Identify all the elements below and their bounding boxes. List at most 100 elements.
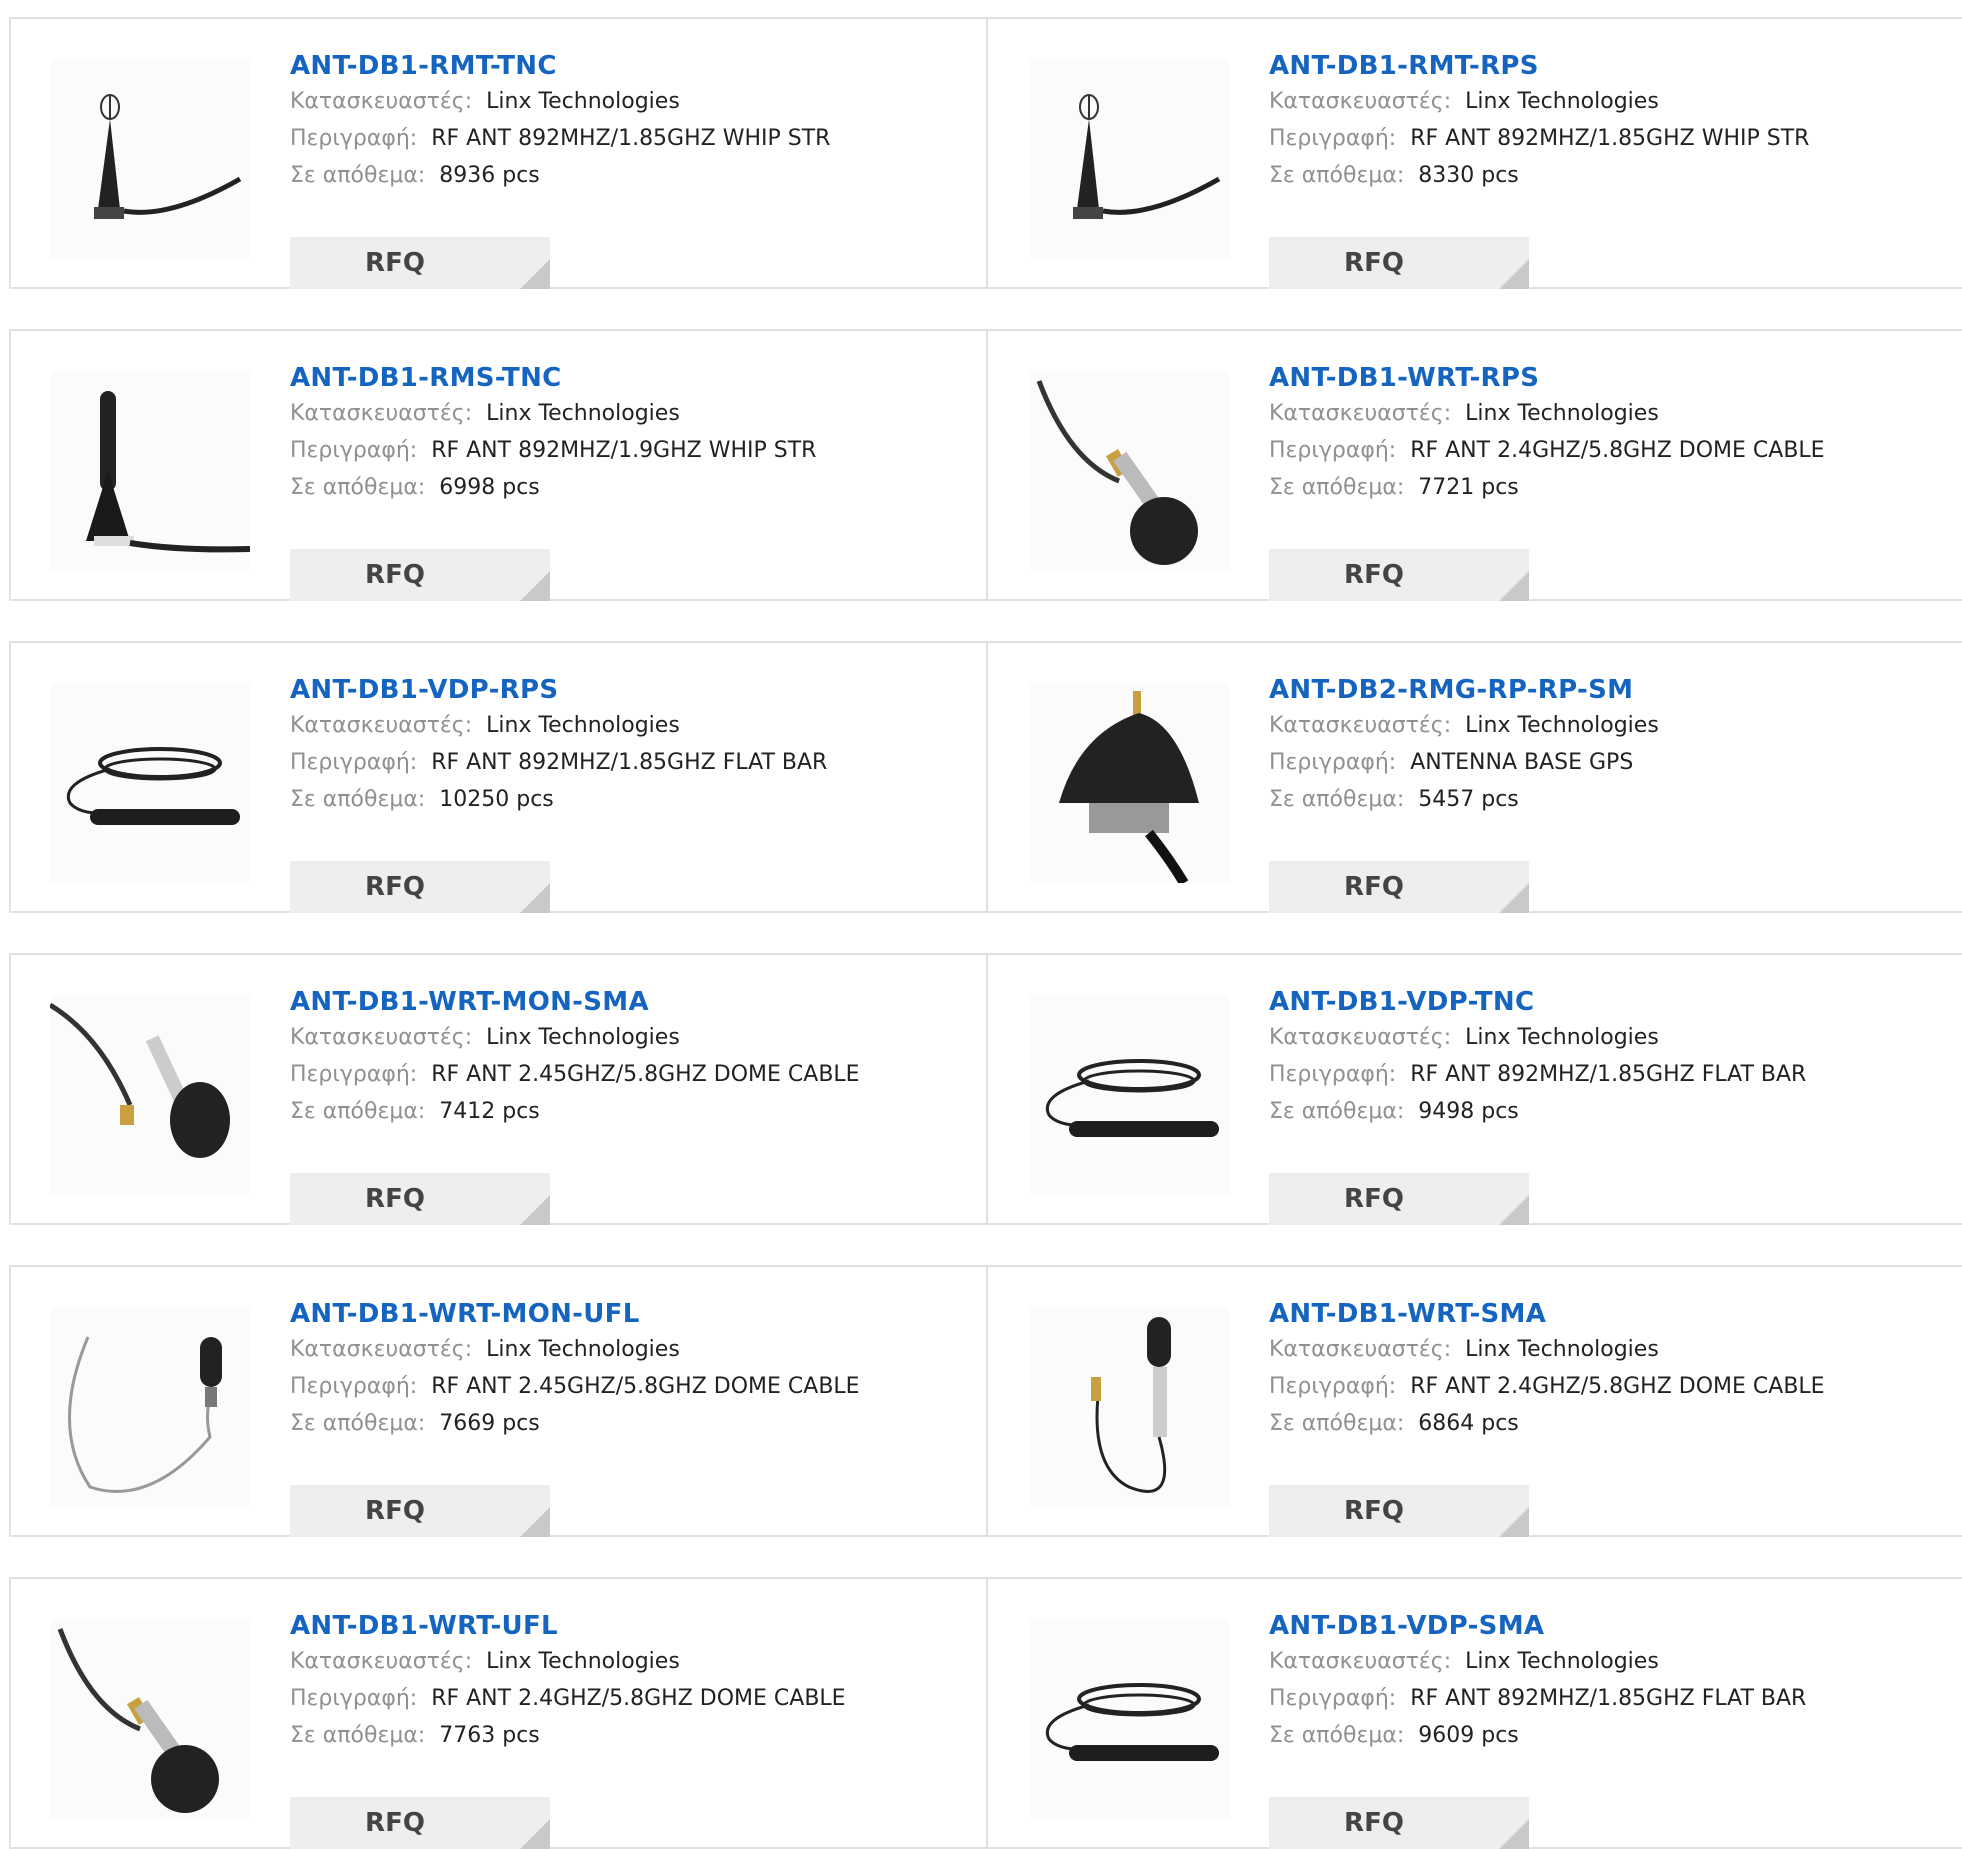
product-info: ANT-DB1-VDP-SMA Κατασκευαστές: Linx Techn… [1269, 1609, 1806, 1849]
corner-triangle-icon [1499, 1507, 1529, 1537]
description-row: Περιγραφή: RF ANT 892MHZ/1.9GHZ WHIP STR [290, 432, 816, 469]
product-card: ANT-DB2-RMG-RP-RP-SM Κατασκευαστές: Linx … [988, 643, 1962, 913]
rfq-button[interactable]: RFQ [1269, 861, 1529, 913]
rfq-button-label: RFQ [1344, 872, 1404, 902]
stock-label: Σε απόθεμα: [290, 1723, 426, 1748]
stock-label: Σε απόθεμα: [290, 475, 426, 500]
rfq-button[interactable]: RFQ [290, 237, 550, 289]
product-part-number-link[interactable]: ANT-DB2-RMG-RP-RP-SM [1269, 673, 1659, 707]
product-image[interactable] [50, 1619, 250, 1819]
product-image[interactable] [50, 995, 250, 1195]
product-part-number-link[interactable]: ANT-DB1-VDP-SMA [1269, 1609, 1806, 1643]
product-part-number-link[interactable]: ANT-DB1-RMS-TNC [290, 361, 816, 395]
rfq-button-label: RFQ [365, 248, 425, 278]
product-image[interactable] [50, 371, 250, 571]
product-info: ANT-DB1-WRT-RPS Κατασκευαστές: Linx Techn… [1269, 361, 1825, 601]
description-row: Περιγραφή: RF ANT 892MHZ/1.85GHZ WHIP STR [290, 120, 830, 157]
product-image[interactable] [1029, 371, 1229, 571]
corner-triangle-icon [1499, 571, 1529, 601]
manufacturer-value: Linx Technologies [486, 1025, 680, 1050]
product-part-number-link[interactable]: ANT-DB1-WRT-MON-SMA [290, 985, 860, 1019]
manufacturer-label: Κατασκευαστές: [290, 89, 473, 114]
flat-bar-antenna-icon [1046, 1059, 1219, 1137]
rfq-button[interactable]: RFQ [290, 1173, 550, 1225]
manufacturer-label: Κατασκευαστές: [290, 713, 473, 738]
rfq-button[interactable]: RFQ [290, 1485, 550, 1537]
rfq-button[interactable]: RFQ [290, 549, 550, 601]
corner-triangle-icon [520, 1507, 550, 1537]
product-part-number-link[interactable]: ANT-DB1-WRT-SMA [1269, 1297, 1825, 1331]
rfq-button[interactable]: RFQ [290, 861, 550, 913]
description-value: RF ANT 2.4GHZ/5.8GHZ DOME CABLE [1410, 438, 1825, 463]
rfq-button-label: RFQ [1344, 248, 1404, 278]
rfq-button[interactable]: RFQ [1269, 1173, 1529, 1225]
corner-triangle-icon [1499, 883, 1529, 913]
product-image[interactable] [1029, 683, 1229, 883]
product-image[interactable] [50, 59, 250, 259]
rfq-button[interactable]: RFQ [290, 1797, 550, 1849]
rfq-button[interactable]: RFQ [1269, 1797, 1529, 1849]
manufacturer-value: Linx Technologies [486, 89, 680, 114]
product-part-number-link[interactable]: ANT-DB1-WRT-MON-UFL [290, 1297, 860, 1331]
corner-triangle-icon [520, 1819, 550, 1849]
stock-value: 5457 pcs [1418, 787, 1519, 812]
description-row: Περιγραφή: RF ANT 2.4GHZ/5.8GHZ DOME CABL… [290, 1680, 846, 1717]
description-value: RF ANT 892MHZ/1.9GHZ WHIP STR [431, 438, 817, 463]
corner-triangle-icon [1499, 259, 1529, 289]
manufacturer-row: Κατασκευαστές: Linx Technologies [290, 395, 816, 432]
product-image[interactable] [50, 1307, 250, 1507]
stock-value: 7669 pcs [439, 1411, 540, 1436]
product-image[interactable] [1029, 1619, 1229, 1819]
rfq-button[interactable]: RFQ [1269, 1485, 1529, 1537]
description-label: Περιγραφή: [290, 126, 418, 151]
dome-cable-antenna-icon [50, 1002, 230, 1158]
product-row: ANT-DB1-RMS-TNC Κατασκευαστές: Linx Techn… [9, 329, 1962, 601]
manufacturer-label: Κατασκευαστές: [290, 1337, 473, 1362]
product-image[interactable] [1029, 995, 1229, 1195]
manufacturer-row: Κατασκευαστές: Linx Technologies [290, 83, 830, 120]
rfq-button-label: RFQ [365, 1184, 425, 1214]
manufacturer-label: Κατασκευαστές: [1269, 1649, 1452, 1674]
product-part-number-link[interactable]: ANT-DB1-VDP-TNC [1269, 985, 1806, 1019]
product-card: ANT-DB1-VDP-RPS Κατασκευαστές: Linx Techn… [9, 643, 986, 913]
product-info: ANT-DB1-RMT-TNC Κατασκευαστές: Linx Techn… [290, 49, 830, 289]
manufacturer-label: Κατασκευαστές: [290, 401, 473, 426]
product-part-number-link[interactable]: ANT-DB1-RMT-RPS [1269, 49, 1809, 83]
rfq-button[interactable]: RFQ [1269, 549, 1529, 601]
corner-triangle-icon [1499, 1195, 1529, 1225]
stock-label: Σε απόθεμα: [1269, 787, 1405, 812]
product-image[interactable] [1029, 1307, 1229, 1507]
stock-row: Σε απόθεμα: 7721 pcs [1269, 469, 1825, 506]
product-part-number-link[interactable]: ANT-DB1-WRT-UFL [290, 1609, 846, 1643]
description-value: RF ANT 892MHZ/1.85GHZ WHIP STR [431, 126, 831, 151]
description-label: Περιγραφή: [1269, 126, 1397, 151]
description-row: Περιγραφή: RF ANT 892MHZ/1.85GHZ FLAT BAR [290, 744, 827, 781]
description-row: Περιγραφή: RF ANT 892MHZ/1.85GHZ WHIP STR [1269, 120, 1809, 157]
product-row: ANT-DB1-WRT-MON-UFL Κατασκευαστές: Linx T… [9, 1265, 1962, 1537]
product-part-number-link[interactable]: ANT-DB1-RMT-TNC [290, 49, 830, 83]
corner-triangle-icon [520, 1195, 550, 1225]
rfq-button-label: RFQ [365, 872, 425, 902]
stubby-antenna-icon [86, 391, 250, 553]
stock-value: 8936 pcs [439, 163, 540, 188]
stock-label: Σε απόθεμα: [1269, 1723, 1405, 1748]
product-card: ANT-DB1-WRT-UFL Κατασκευαστές: Linx Techn… [9, 1579, 986, 1849]
product-card: ANT-DB1-WRT-MON-SMA Κατασκευαστές: Linx T… [9, 955, 986, 1225]
manufacturer-value: Linx Technologies [1465, 1337, 1659, 1362]
description-label: Περιγραφή: [290, 1374, 418, 1399]
description-label: Περιγραφή: [1269, 438, 1397, 463]
stock-value: 7412 pcs [439, 1099, 540, 1124]
product-image[interactable] [50, 683, 250, 883]
rfq-button-label: RFQ [365, 1808, 425, 1838]
stock-value: 7721 pcs [1418, 475, 1519, 500]
product-image[interactable] [1029, 59, 1229, 259]
stock-value: 9498 pcs [1418, 1099, 1519, 1124]
manufacturer-row: Κατασκευαστές: Linx Technologies [1269, 83, 1809, 120]
description-row: Περιγραφή: ANTENNA BASE GPS [1269, 744, 1659, 781]
rfq-button[interactable]: RFQ [1269, 237, 1529, 289]
product-part-number-link[interactable]: ANT-DB1-VDP-RPS [290, 673, 827, 707]
product-card: ANT-DB1-RMS-TNC Κατασκευαστές: Linx Techn… [9, 331, 986, 601]
stock-value: 6998 pcs [439, 475, 540, 500]
product-part-number-link[interactable]: ANT-DB1-WRT-RPS [1269, 361, 1825, 395]
flat-bar-antenna-icon [67, 747, 240, 825]
